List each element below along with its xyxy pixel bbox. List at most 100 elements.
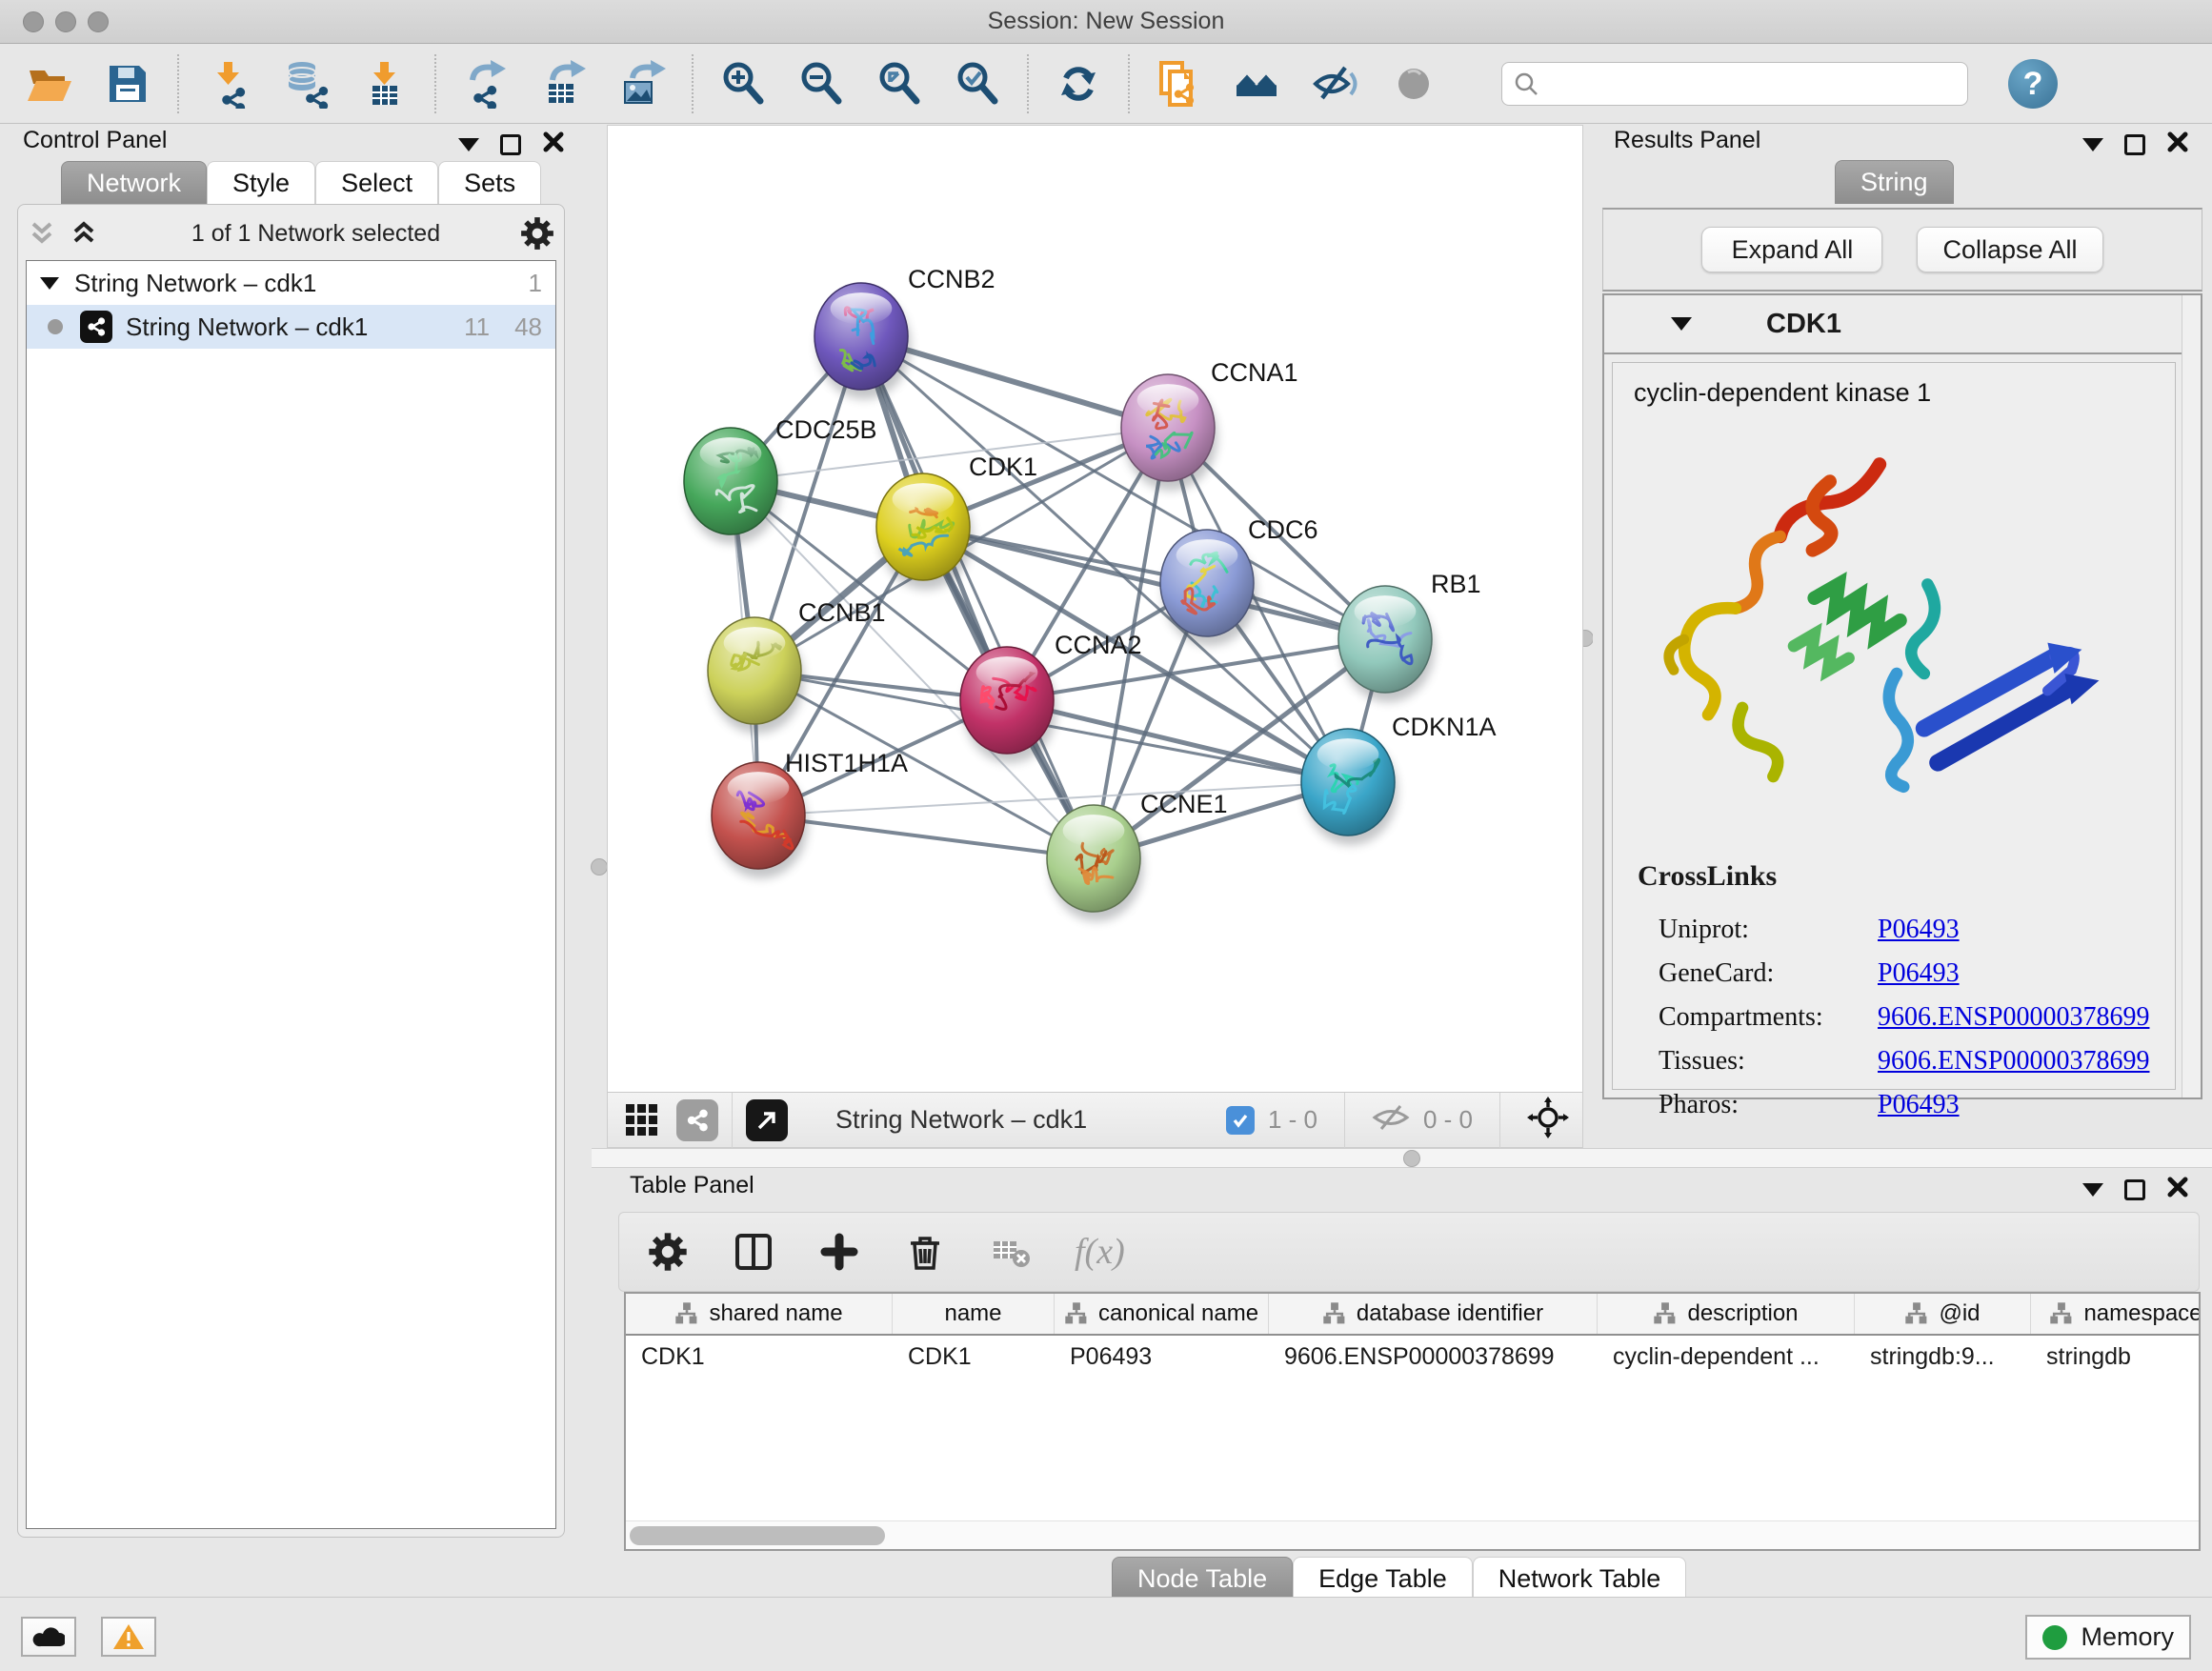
column-header-namespace[interactable]: namespace [2031, 1294, 2201, 1334]
zoom-out-icon[interactable] [794, 57, 848, 111]
zoom-fit-icon[interactable] [873, 57, 926, 111]
export-image-icon[interactable] [615, 57, 669, 111]
zoom-selected-icon[interactable] [951, 57, 1004, 111]
table-cell[interactable]: stringdb [2031, 1336, 2201, 1378]
node-HIST1H1A[interactable] [712, 762, 808, 878]
crosslink-link[interactable]: 9606.ENSP00000378699 [1878, 1046, 2149, 1077]
node-RB1[interactable] [1338, 586, 1435, 702]
export-network-icon[interactable] [459, 57, 513, 111]
edge-CCNB2-CCNE1[interactable] [861, 336, 1094, 858]
hidden-eye-icon[interactable] [1372, 1103, 1410, 1137]
network-from-document-icon[interactable] [1153, 57, 1206, 111]
table-panel-maximize-icon[interactable] [2124, 1179, 2145, 1200]
column-header-description[interactable]: description [1598, 1294, 1855, 1334]
minimize-window-button[interactable] [55, 11, 76, 32]
left-splitter-handle[interactable] [591, 858, 608, 876]
protein-section-header[interactable]: CDK1 [1604, 295, 2201, 354]
node-CDC6[interactable] [1160, 530, 1257, 646]
collapse-all-networks-icon[interactable] [28, 219, 56, 248]
show-hide-icon[interactable] [1309, 57, 1362, 111]
table-cell[interactable]: CDK1 [626, 1336, 893, 1378]
expand-all-networks-icon[interactable] [70, 219, 98, 248]
memory-button[interactable]: Memory [2025, 1615, 2191, 1660]
tab-style[interactable]: Style [207, 161, 315, 205]
network-canvas[interactable]: CCNB2CCNA1CDC25BCDK1CDC6RB1CCNB1CCNA2CDK… [608, 126, 1582, 1092]
maximize-window-button[interactable] [88, 11, 109, 32]
refresh-icon[interactable] [1052, 57, 1105, 111]
tab-node-table[interactable]: Node Table [1112, 1557, 1293, 1601]
search-input[interactable] [1548, 70, 1956, 97]
string-network-badge-icon[interactable] [676, 1099, 718, 1141]
left-splitter[interactable] [592, 125, 607, 1593]
add-column-icon[interactable] [817, 1230, 861, 1274]
zoom-in-icon[interactable] [716, 57, 770, 111]
column-header--id[interactable]: @id [1855, 1294, 2031, 1334]
crosslink-link[interactable]: P06493 [1878, 1090, 1960, 1120]
preview-eye-icon[interactable] [1387, 57, 1440, 111]
tab-network-table[interactable]: Network Table [1473, 1557, 1687, 1601]
table-cell[interactable]: P06493 [1055, 1336, 1269, 1378]
network-row[interactable]: String Network – cdk1 11 48 [27, 305, 555, 349]
tab-sets[interactable]: Sets [438, 161, 541, 205]
open-in-new-window-icon[interactable] [746, 1099, 788, 1141]
crosslink-link[interactable]: P06493 [1878, 958, 1960, 989]
node-CCNA2[interactable] [960, 647, 1056, 763]
collapse-all-button[interactable]: Collapse All [1917, 227, 2102, 272]
network-options-gear-icon[interactable] [520, 216, 554, 251]
column-header-shared-name[interactable]: shared name [626, 1294, 893, 1334]
cloud-status-button[interactable] [21, 1617, 76, 1657]
home-pages-icon[interactable] [1231, 57, 1284, 111]
node-CDC25B[interactable] [684, 428, 780, 544]
column-header-name[interactable]: name [893, 1294, 1055, 1334]
tab-string[interactable]: String [1835, 160, 1954, 204]
table-cell[interactable]: cyclin-dependent ... [1598, 1336, 1855, 1378]
column-header-canonical-name[interactable]: canonical name [1055, 1294, 1269, 1334]
table-panel-close-icon[interactable] [2166, 1176, 2189, 1203]
tab-network[interactable]: Network [61, 161, 207, 205]
table-settings-gear-icon[interactable] [646, 1230, 690, 1274]
results-panel-maximize-icon[interactable] [2124, 134, 2145, 155]
scrollbar-thumb[interactable] [630, 1526, 885, 1545]
birds-eye-grid-icon[interactable] [621, 1099, 663, 1141]
warning-status-button[interactable] [101, 1617, 156, 1657]
import-network-database-icon[interactable] [280, 57, 333, 111]
node-CCNA1[interactable] [1121, 374, 1217, 491]
pan-crosshair-icon[interactable] [1527, 1097, 1569, 1143]
bottom-splitter[interactable] [592, 1148, 2212, 1168]
tree-expand-icon[interactable] [40, 277, 59, 290]
table-cell[interactable]: 9606.ENSP00000378699 [1269, 1336, 1598, 1378]
bottom-splitter-handle[interactable] [1403, 1150, 1420, 1167]
table-horizontal-scrollbar[interactable] [626, 1520, 2199, 1549]
control-panel-maximize-icon[interactable] [500, 134, 521, 155]
delete-column-icon[interactable] [903, 1230, 947, 1274]
tab-edge-table[interactable]: Edge Table [1293, 1557, 1473, 1601]
table-cell[interactable]: stringdb:9... [1855, 1336, 2031, 1378]
node-CCNB1[interactable] [708, 617, 804, 734]
results-panel-close-icon[interactable] [2166, 131, 2189, 158]
table-row[interactable]: CDK1CDK1P064939606.ENSP00000378699cyclin… [626, 1336, 2199, 1378]
control-panel-float-icon[interactable] [458, 138, 479, 151]
column-header-database-identifier[interactable]: database identifier [1269, 1294, 1598, 1334]
help-button[interactable]: ? [2008, 59, 2058, 109]
import-network-file-icon[interactable] [202, 57, 255, 111]
results-scrollbar[interactable] [2182, 295, 2201, 1097]
tab-select[interactable]: Select [315, 161, 438, 205]
export-table-icon[interactable] [537, 57, 591, 111]
crosslink-link[interactable]: 9606.ENSP00000378699 [1878, 1002, 2149, 1033]
control-panel-close-icon[interactable] [542, 131, 565, 158]
node-CCNE1[interactable] [1047, 805, 1143, 921]
table-panel-float-icon[interactable] [2082, 1183, 2103, 1197]
node-CDKN1A[interactable] [1301, 729, 1398, 845]
results-panel-float-icon[interactable] [2082, 138, 2103, 151]
edge-HIST1H1A-CCNE1[interactable] [758, 815, 1094, 858]
node-CCNB2[interactable] [814, 283, 911, 399]
save-session-icon[interactable] [101, 57, 154, 111]
selected-nodes-checkbox[interactable] [1226, 1106, 1255, 1135]
table-cell[interactable]: CDK1 [893, 1336, 1055, 1378]
node-CDK1[interactable] [876, 473, 973, 590]
open-file-icon[interactable] [23, 57, 76, 111]
protein-collapse-icon[interactable] [1671, 317, 1692, 331]
expand-all-button[interactable]: Expand All [1701, 227, 1882, 272]
network-collection-row[interactable]: String Network – cdk1 1 [27, 261, 555, 305]
import-table-file-icon[interactable] [358, 57, 412, 111]
